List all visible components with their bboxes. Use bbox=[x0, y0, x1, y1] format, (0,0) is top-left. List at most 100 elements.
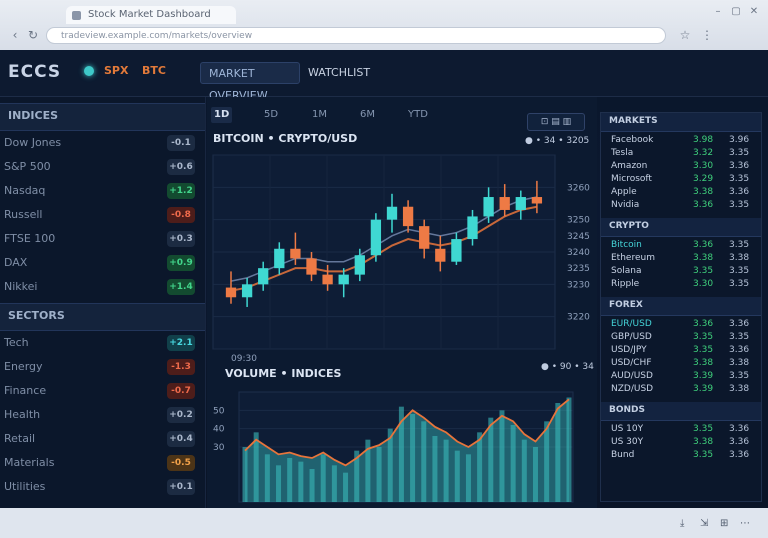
market-row[interactable]: Ripple 3.30 3.35 bbox=[601, 278, 761, 291]
ticker-name: Health bbox=[4, 408, 41, 421]
market-ask: 3.35 bbox=[729, 279, 750, 289]
market-ask: 3.36 bbox=[729, 450, 750, 460]
market-ask: 3.36 bbox=[729, 161, 750, 171]
tab-strip: Stock Market Dashboard bbox=[10, 6, 758, 24]
download-icon[interactable]: ⤓ bbox=[680, 518, 684, 529]
market-name: Bund bbox=[611, 450, 635, 460]
volume-chart[interactable]: 50403010111213141516 bbox=[207, 382, 597, 522]
sidebar-section-title: INDICES bbox=[8, 109, 59, 122]
reload-icon[interactable]: ↻ bbox=[26, 28, 40, 42]
market-bid: 3.38 bbox=[693, 437, 714, 447]
ticker-name: Dow Jones bbox=[4, 136, 62, 149]
market-section-header: MARKETS bbox=[601, 113, 761, 132]
sidebar-ticker-row[interactable]: Health +0.2 bbox=[0, 405, 205, 427]
ticker-change-badge: +0.9 bbox=[167, 255, 195, 271]
sidebar-ticker-row[interactable]: Tech +2.1 bbox=[0, 333, 205, 355]
ticker-name: Russell bbox=[4, 208, 43, 221]
market-row[interactable]: Facebook 3.98 3.96 bbox=[601, 134, 761, 147]
market-bid: 3.32 bbox=[693, 148, 714, 158]
sidebar-ticker-row[interactable]: DAX +0.9 bbox=[0, 253, 205, 275]
close-icon[interactable]: ✕ bbox=[748, 6, 760, 18]
tab-watchlist[interactable]: WATCHLIST bbox=[300, 62, 380, 84]
market-section-header: FOREX bbox=[601, 297, 761, 316]
sidebar-ticker-row[interactable]: Retail +0.4 bbox=[0, 429, 205, 451]
market-bid: 3.38 bbox=[693, 187, 714, 197]
market-row[interactable]: Microsoft 3.29 3.35 bbox=[601, 173, 761, 186]
volume-chart-title: VOLUME • INDICES bbox=[225, 367, 342, 380]
market-row[interactable]: Nvidia 3.36 3.35 bbox=[601, 199, 761, 212]
favicon-icon bbox=[72, 11, 81, 20]
ticker-name: Materials bbox=[4, 456, 55, 469]
y-tick-label: 3240 bbox=[567, 248, 590, 258]
period-tab-ytd[interactable]: YTD bbox=[405, 107, 431, 123]
menu-icon[interactable]: ⋮ bbox=[700, 28, 714, 42]
maximize-icon[interactable]: ▢ bbox=[730, 6, 742, 18]
more-icon[interactable]: ⋯ bbox=[740, 518, 750, 529]
chart-tools-button[interactable]: ⊡ ▤ ▥ bbox=[527, 113, 585, 131]
period-tab-6m[interactable]: 6M bbox=[357, 107, 378, 123]
sidebar-ticker-row[interactable]: Nasdaq +1.2 bbox=[0, 181, 205, 203]
ticker-name: DAX bbox=[4, 256, 28, 269]
market-row[interactable]: Amazon 3.30 3.36 bbox=[601, 160, 761, 173]
market-row[interactable]: Solana 3.35 3.35 bbox=[601, 265, 761, 278]
y-tick-label: 3245 bbox=[567, 232, 590, 242]
y-tick-label: 50 bbox=[213, 406, 225, 416]
sidebar-ticker-row[interactable]: Nikkei +1.4 bbox=[0, 277, 205, 299]
sidebar-ticker-row[interactable]: S&P 500 +0.6 bbox=[0, 157, 205, 179]
app-header: ECCS SPX BTC MARKET OVERVIEW WATCHLIST bbox=[0, 50, 768, 102]
back-icon[interactable]: ‹ bbox=[8, 28, 22, 42]
minimize-icon[interactable]: – bbox=[712, 6, 724, 18]
candle-body bbox=[515, 197, 526, 210]
market-row[interactable]: US 30Y 3.38 3.36 bbox=[601, 436, 761, 449]
market-bid: 3.38 bbox=[693, 358, 714, 368]
y-tick-label: 3250 bbox=[567, 216, 590, 226]
market-row[interactable]: USD/CHF 3.38 3.38 bbox=[601, 357, 761, 370]
sidebar-ticker-row[interactable]: Dow Jones -0.1 bbox=[0, 133, 205, 155]
market-list-panel: MARKETS Facebook 3.98 3.96 Tesla 3.32 3.35 Amaz… bbox=[600, 112, 762, 502]
market-bid: 3.39 bbox=[693, 371, 714, 381]
ticker-change-badge: +2.1 bbox=[167, 335, 195, 351]
sidebar-ticker-row[interactable]: Finance -0.7 bbox=[0, 381, 205, 403]
market-row[interactable]: Tesla 3.32 3.35 bbox=[601, 147, 761, 160]
market-section-header: BONDS bbox=[601, 402, 761, 421]
period-tab-5d[interactable]: 5D bbox=[261, 107, 281, 123]
market-section-title: CRYPTO bbox=[609, 221, 649, 231]
market-ask: 3.38 bbox=[729, 358, 750, 368]
market-name: Ripple bbox=[611, 279, 640, 289]
address-bar[interactable]: tradeview.example.com/markets/overview bbox=[46, 27, 666, 44]
sidebar-ticker-row[interactable]: Utilities +0.1 bbox=[0, 477, 205, 499]
sidebar-ticker-row[interactable]: Energy -1.3 bbox=[0, 357, 205, 379]
header-badge-2[interactable]: BTC bbox=[142, 63, 166, 79]
browser-tab[interactable]: Stock Market Dashboard bbox=[66, 6, 236, 24]
market-name: Tesla bbox=[611, 148, 634, 158]
ticker-change-badge: +0.2 bbox=[167, 407, 195, 423]
market-name: Nvidia bbox=[611, 200, 640, 210]
market-ask: 3.36 bbox=[729, 187, 750, 197]
price-chart[interactable]: 3260 3250 3245 3240 3235 3230 3220 09:30 bbox=[207, 149, 597, 364]
market-ask: 3.35 bbox=[729, 200, 750, 210]
period-tab-1d[interactable]: 1D bbox=[211, 107, 233, 123]
market-row[interactable]: USD/JPY 3.35 3.36 bbox=[601, 344, 761, 357]
resize-icon[interactable]: ⇲ bbox=[700, 518, 708, 529]
grid-icon[interactable]: ⊞ bbox=[720, 518, 728, 529]
market-row[interactable]: Bitcoin 3.36 3.35 bbox=[601, 239, 761, 252]
sidebar-ticker-row[interactable]: FTSE 100 +0.3 bbox=[0, 229, 205, 251]
market-row[interactable]: Ethereum 3.38 3.38 bbox=[601, 252, 761, 265]
period-tab-1m[interactable]: 1M bbox=[309, 107, 330, 123]
sidebar-section-title: SECTORS bbox=[8, 309, 65, 322]
market-row[interactable]: AUD/USD 3.39 3.35 bbox=[601, 370, 761, 383]
tab-market-overview[interactable]: MARKET OVERVIEW bbox=[200, 62, 300, 102]
market-row[interactable]: GBP/USD 3.35 3.35 bbox=[601, 331, 761, 344]
market-row[interactable]: Apple 3.38 3.36 bbox=[601, 186, 761, 199]
market-ask: 3.35 bbox=[729, 240, 750, 250]
market-bid: 3.36 bbox=[693, 240, 714, 250]
market-row[interactable]: NZD/USD 3.39 3.38 bbox=[601, 383, 761, 396]
market-row[interactable]: EUR/USD 3.36 3.36 bbox=[601, 318, 761, 331]
ticker-change-badge: -0.8 bbox=[167, 207, 195, 223]
market-row[interactable]: Bund 3.35 3.36 bbox=[601, 449, 761, 462]
sidebar-ticker-row[interactable]: Materials -0.5 bbox=[0, 453, 205, 475]
sidebar-ticker-row[interactable]: Russell -0.8 bbox=[0, 205, 205, 227]
header-badge-1[interactable]: SPX bbox=[104, 63, 128, 79]
star-icon[interactable]: ☆ bbox=[678, 28, 692, 42]
market-row[interactable]: US 10Y 3.35 3.36 bbox=[601, 423, 761, 436]
